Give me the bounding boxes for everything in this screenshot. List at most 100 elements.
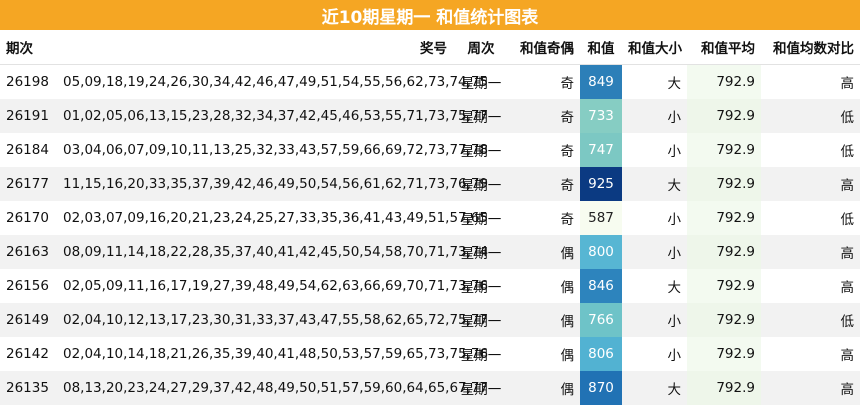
cell-numbers: 01,02,05,06,13,15,23,28,32,34,37,42,45,4… — [57, 99, 488, 133]
cell-sum: 870 — [580, 371, 622, 405]
cell-avg: 792.9 — [687, 64, 761, 99]
table-row: 26170 02,03,07,09,16,20,21,23,24,25,27,33… — [0, 201, 860, 235]
cell-avg: 792.9 — [687, 235, 761, 269]
cell-weekday: 星期一 — [453, 201, 509, 235]
col-header-weekday: 周次 — [453, 30, 509, 65]
table-row: 26177 11,15,16,20,33,35,37,39,42,46,49,50… — [0, 167, 860, 201]
cell-avg: 792.9 — [687, 99, 761, 133]
table-row: 26198 05,09,18,19,24,26,30,34,42,46,47,49… — [0, 64, 860, 99]
cell-issue: 26135 — [0, 371, 57, 405]
cell-odd-even: 偶 — [509, 337, 580, 371]
cell-odd-even: 偶 — [509, 303, 580, 337]
cell-compare: 高 — [761, 371, 860, 405]
cell-numbers: 11,15,16,20,33,35,37,39,42,46,49,50,54,5… — [57, 167, 488, 201]
cell-odd-even: 奇 — [509, 99, 580, 133]
cell-size: 小 — [622, 235, 687, 269]
cell-sum: 849 — [580, 64, 622, 99]
cell-size: 小 — [622, 99, 687, 133]
cell-odd-even: 偶 — [509, 371, 580, 405]
cell-size: 大 — [622, 269, 687, 303]
cell-issue: 26191 — [0, 99, 57, 133]
cell-issue: 26184 — [0, 133, 57, 167]
cell-sum: 925 — [580, 167, 622, 201]
cell-weekday: 星期一 — [453, 99, 509, 133]
table-row: 26142 02,04,10,14,18,21,26,35,39,40,41,48… — [0, 337, 860, 371]
cell-issue: 26156 — [0, 269, 57, 303]
table-row: 26163 08,09,11,14,18,22,28,35,37,40,41,42… — [0, 235, 860, 269]
cell-issue: 26149 — [0, 303, 57, 337]
sum-stats-table: 期次 奖号 周次 和值奇偶 和值 和值大小 和值平均 和值均数对比 26198 0… — [0, 30, 860, 405]
col-header-size: 和值大小 — [622, 30, 687, 65]
table-header-row: 期次 奖号 周次 和值奇偶 和值 和值大小 和值平均 和值均数对比 — [0, 30, 860, 65]
cell-weekday: 星期一 — [453, 133, 509, 167]
cell-avg: 792.9 — [687, 269, 761, 303]
cell-sum: 806 — [580, 337, 622, 371]
cell-compare: 高 — [761, 167, 860, 201]
cell-size: 小 — [622, 303, 687, 337]
cell-size: 小 — [622, 133, 687, 167]
cell-sum: 747 — [580, 133, 622, 167]
cell-size: 大 — [622, 64, 687, 99]
cell-avg: 792.9 — [687, 133, 761, 167]
cell-numbers: 02,04,10,14,18,21,26,35,39,40,41,48,50,5… — [57, 337, 488, 371]
cell-compare: 低 — [761, 303, 860, 337]
cell-sum: 766 — [580, 303, 622, 337]
cell-avg: 792.9 — [687, 371, 761, 405]
cell-issue: 26170 — [0, 201, 57, 235]
col-header-compare: 和值均数对比 — [761, 30, 860, 65]
cell-odd-even: 奇 — [509, 201, 580, 235]
cell-compare: 低 — [761, 201, 860, 235]
cell-weekday: 星期一 — [453, 337, 509, 371]
cell-sum: 800 — [580, 235, 622, 269]
cell-weekday: 星期一 — [453, 64, 509, 99]
cell-avg: 792.9 — [687, 337, 761, 371]
cell-size: 大 — [622, 167, 687, 201]
cell-odd-even: 奇 — [509, 167, 580, 201]
cell-avg: 792.9 — [687, 303, 761, 337]
col-header-issue: 期次 — [0, 30, 57, 65]
cell-weekday: 星期一 — [453, 235, 509, 269]
cell-numbers: 03,04,06,07,09,10,11,13,25,32,33,43,57,5… — [57, 133, 488, 167]
cell-numbers: 08,09,11,14,18,22,28,35,37,40,41,42,45,5… — [57, 235, 488, 269]
cell-compare: 低 — [761, 133, 860, 167]
cell-weekday: 星期一 — [453, 269, 509, 303]
cell-issue: 26177 — [0, 167, 57, 201]
cell-weekday: 星期一 — [453, 371, 509, 405]
table-row: 26191 01,02,05,06,13,15,23,28,32,34,37,42… — [0, 99, 860, 133]
cell-compare: 高 — [761, 269, 860, 303]
cell-numbers: 02,05,09,11,16,17,19,27,39,48,49,54,62,6… — [57, 269, 488, 303]
table-body: 26198 05,09,18,19,24,26,30,34,42,46,47,49… — [0, 64, 860, 405]
cell-size: 小 — [622, 201, 687, 235]
cell-weekday: 星期一 — [453, 167, 509, 201]
cell-odd-even: 奇 — [509, 133, 580, 167]
cell-avg: 792.9 — [687, 201, 761, 235]
cell-avg: 792.9 — [687, 167, 761, 201]
cell-numbers: 02,04,10,12,13,17,23,30,31,33,37,43,47,5… — [57, 303, 488, 337]
cell-numbers: 08,13,20,23,24,27,29,37,42,48,49,50,51,5… — [57, 371, 488, 405]
cell-sum: 733 — [580, 99, 622, 133]
table-row: 26156 02,05,09,11,16,17,19,27,39,48,49,54… — [0, 269, 860, 303]
cell-odd-even: 偶 — [509, 269, 580, 303]
cell-sum: 846 — [580, 269, 622, 303]
cell-size: 大 — [622, 371, 687, 405]
table-row: 26135 08,13,20,23,24,27,29,37,42,48,49,50… — [0, 371, 860, 405]
cell-compare: 高 — [761, 64, 860, 99]
cell-sum: 587 — [580, 201, 622, 235]
table-row: 26184 03,04,06,07,09,10,11,13,25,32,33,43… — [0, 133, 860, 167]
cell-issue: 26198 — [0, 64, 57, 99]
cell-compare: 低 — [761, 99, 860, 133]
cell-compare: 高 — [761, 235, 860, 269]
stats-panel: 近10期星期一 和值统计图表 期次 奖号 周次 和值奇偶 和值 和值大小 和值平… — [0, 0, 860, 405]
cell-numbers: 05,09,18,19,24,26,30,34,42,46,47,49,51,5… — [57, 64, 488, 99]
col-header-numbers: 奖号 — [57, 30, 453, 65]
cell-issue: 26142 — [0, 337, 57, 371]
cell-odd-even: 偶 — [509, 235, 580, 269]
col-header-sum: 和值 — [580, 30, 622, 65]
col-header-avg: 和值平均 — [687, 30, 761, 65]
page-title: 近10期星期一 和值统计图表 — [0, 0, 860, 30]
cell-odd-even: 奇 — [509, 64, 580, 99]
cell-weekday: 星期一 — [453, 303, 509, 337]
col-header-odd-even: 和值奇偶 — [509, 30, 580, 65]
cell-issue: 26163 — [0, 235, 57, 269]
cell-numbers: 02,03,07,09,16,20,21,23,24,25,27,33,35,3… — [57, 201, 488, 235]
